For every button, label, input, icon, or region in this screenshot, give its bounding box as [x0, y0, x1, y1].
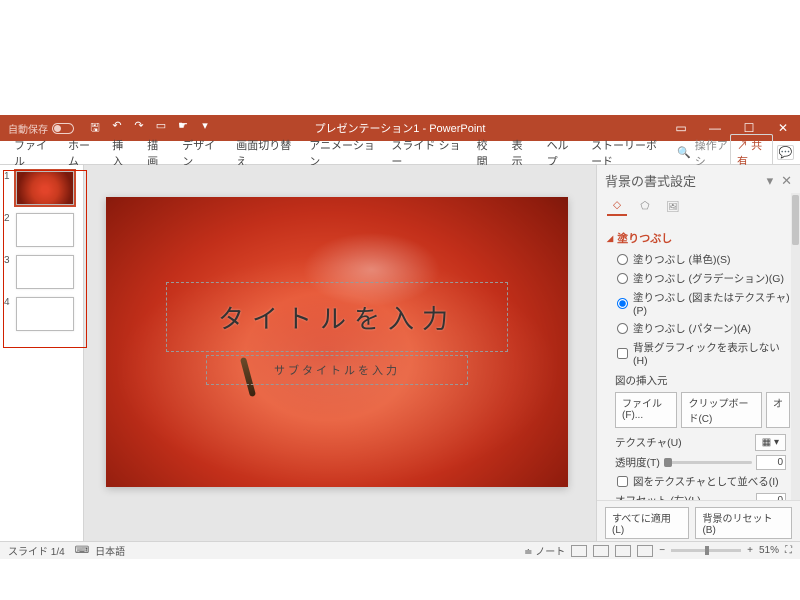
slide-canvas[interactable]: タイトルを入力 サブタイトルを入力: [106, 197, 568, 487]
apply-to-all-button[interactable]: すべてに適用(L): [605, 507, 689, 539]
slide-thumbnail-2[interactable]: [16, 213, 74, 247]
pane-title: 背景の書式設定: [605, 171, 696, 190]
thumb-number: 1: [4, 171, 12, 182]
zoom-level[interactable]: 51%: [759, 545, 779, 556]
slide-thumbnail-1[interactable]: [16, 171, 74, 205]
sorter-view-icon[interactable]: [593, 545, 609, 557]
insert-from-label: 図の挿入元: [607, 369, 790, 390]
fill-gradient-radio[interactable]: 塗りつぶし (グラデーション)(G): [607, 269, 790, 288]
zoom-in-icon[interactable]: +: [747, 545, 753, 556]
comments-button[interactable]: 💬: [777, 145, 794, 160]
ribbon-tabs: ファイル ホーム 挿入 描画 デザイン 画面切り替え アニメーション スライド …: [0, 141, 800, 165]
transparency-value[interactable]: 0: [756, 455, 786, 470]
effects-tab-icon[interactable]: ⬠: [635, 196, 655, 216]
insert-from-clipboard-button[interactable]: クリップボード(C): [681, 392, 762, 428]
reset-background-button[interactable]: 背景のリセット(B): [695, 507, 792, 539]
fill-solid-radio[interactable]: 塗りつぶし (単色)(S): [607, 250, 790, 269]
texture-label: テクスチャ(U): [615, 435, 682, 450]
share-icon: ↗: [737, 140, 751, 152]
thumb-number: 4: [4, 297, 12, 308]
pane-scrollbar[interactable]: [791, 193, 800, 511]
fill-pattern-radio[interactable]: 塗りつぶし (パターン)(A): [607, 319, 790, 338]
insert-from-file-button[interactable]: ファイル(F)...: [615, 392, 677, 428]
transparency-label: 透明度(T): [615, 455, 660, 470]
slideshow-view-icon[interactable]: [637, 545, 653, 557]
picture-tab-icon[interactable]: 🖼: [663, 196, 683, 216]
status-bar: スライド 1/4 ⌨ 日本語 ≐ ノート − + 51% ⛶: [0, 541, 800, 559]
format-background-pane: 背景の書式設定 ▾ ✕ ◇ ⬠ 🖼 塗りつぶし 塗りつぶし (単色)(S) 塗り…: [596, 165, 800, 545]
zoom-out-icon[interactable]: −: [659, 545, 665, 556]
tile-as-texture-checkbox[interactable]: 図をテクスチャとして並べる(I): [607, 472, 790, 491]
insert-from-online-button[interactable]: オ: [766, 392, 790, 428]
fill-section-header[interactable]: 塗りつぶし: [607, 226, 790, 250]
notes-button[interactable]: ≐ ノート: [524, 543, 565, 558]
search-placeholder: 操作アシ: [695, 137, 730, 169]
tell-me-search[interactable]: 🔍 操作アシ: [677, 137, 730, 169]
thumb-number: 3: [4, 255, 12, 266]
normal-view-icon[interactable]: [571, 545, 587, 557]
hide-bg-graphics-checkbox[interactable]: 背景グラフィックを表示しない(H): [607, 338, 790, 369]
pane-options-dropdown-icon[interactable]: ▾: [767, 173, 774, 189]
title-placeholder[interactable]: タイトルを入力: [166, 282, 508, 352]
texture-dropdown[interactable]: ▦ ▾: [755, 434, 786, 451]
fit-to-window-icon[interactable]: ⛶: [785, 545, 792, 556]
spellcheck-icon[interactable]: ⌨: [75, 545, 89, 556]
slide-thumbnail-4[interactable]: [16, 297, 74, 331]
language-indicator[interactable]: 日本語: [95, 543, 125, 558]
search-icon: 🔍: [677, 146, 691, 159]
fill-tab-icon[interactable]: ◇: [607, 196, 627, 216]
slide-thumbnails-pane: 1 2 3 4: [0, 165, 84, 545]
slide-thumbnail-3[interactable]: [16, 255, 74, 289]
fill-picture-radio[interactable]: 塗りつぶし (図またはテクスチャ)(P): [607, 288, 790, 319]
zoom-slider[interactable]: [671, 549, 741, 552]
reading-view-icon[interactable]: [615, 545, 631, 557]
subtitle-placeholder[interactable]: サブタイトルを入力: [206, 355, 468, 385]
pane-close-icon[interactable]: ✕: [781, 173, 792, 189]
slide-indicator[interactable]: スライド 1/4: [8, 543, 65, 558]
thumb-number: 2: [4, 213, 12, 224]
transparency-slider[interactable]: [664, 461, 752, 464]
